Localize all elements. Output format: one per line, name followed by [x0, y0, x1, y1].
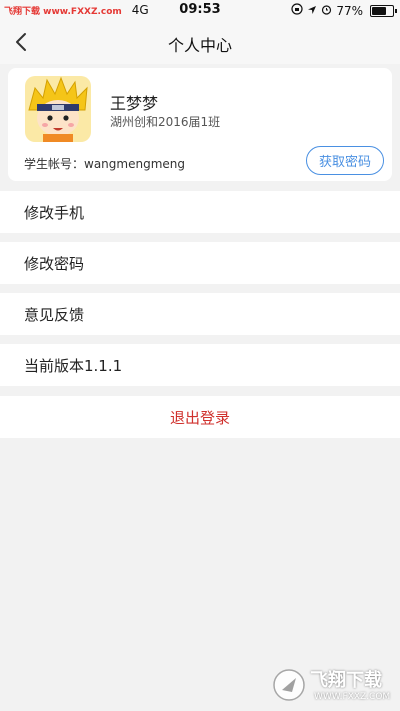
cartoon-avatar-icon — [25, 76, 91, 142]
battery-percent: 77% — [336, 3, 363, 18]
brand-logo: 飞翔下载 WWW.FXXZ.COM — [272, 664, 396, 708]
class-info: 湖州创和2016届1班 — [110, 115, 221, 129]
location-icon — [307, 4, 317, 18]
nav-bar: 个人中心 — [0, 20, 400, 64]
menu-item-change-password[interactable]: 修改密码 — [0, 242, 400, 284]
brand-logo-icon — [273, 669, 305, 701]
status-right: 77% — [291, 3, 397, 18]
rotation-lock-icon — [291, 3, 303, 18]
battery-icon — [370, 4, 397, 17]
brand-name: 飞翔下载 — [310, 670, 382, 691]
page-title: 个人中心 — [167, 36, 232, 55]
account-label: 学生帐号： — [24, 157, 85, 171]
profile-card: 王梦梦 湖州创和2016届1班 学生帐号：wangmengmeng 获取密码 — [8, 68, 392, 181]
account-row: 学生帐号：wangmengmeng — [24, 155, 185, 172]
menu-item-label: 当前版本1.1.1 — [24, 356, 123, 375]
student-name: 王梦梦 — [110, 94, 159, 113]
menu-item-feedback[interactable]: 意见反馈 — [0, 293, 400, 335]
menu-item-label: 修改密码 — [24, 254, 85, 273]
menu-item-label: 修改手机 — [24, 203, 85, 222]
menu-item-version: 当前版本1.1.1 — [0, 344, 400, 386]
menu-item-label: 意见反馈 — [24, 305, 85, 324]
avatar — [25, 76, 91, 142]
menu-item-change-phone[interactable]: 修改手机 — [0, 191, 400, 233]
get-password-button[interactable]: 获取密码 — [306, 146, 384, 175]
account-value: wangmengmeng — [84, 157, 185, 171]
battery-fill — [372, 6, 386, 15]
alarm-icon — [321, 4, 332, 18]
brand-url: WWW.FXXZ.COM — [314, 692, 391, 702]
logout-button[interactable]: 退出登录 — [0, 396, 400, 438]
status-bar: 飞翔下载 www.FXXZ.com 4G 09:53 77% — [0, 0, 400, 20]
